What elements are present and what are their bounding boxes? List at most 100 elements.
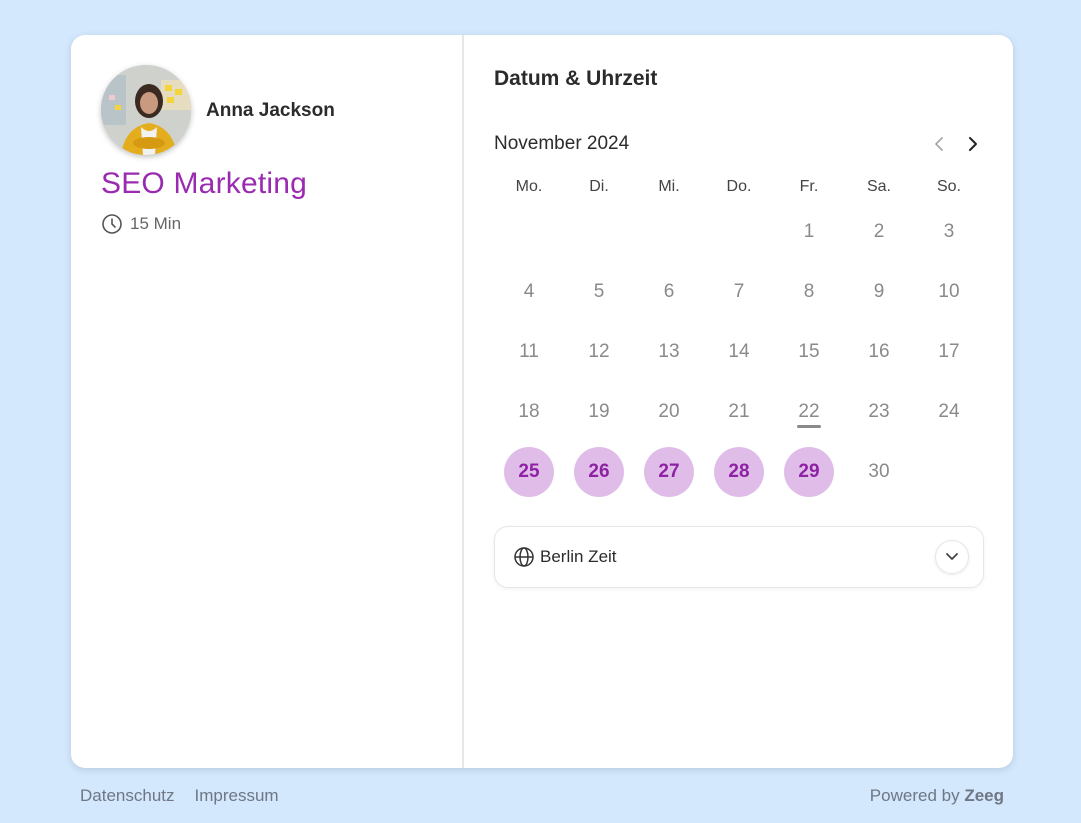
scheduler-panel: Datum & Uhrzeit November 2024 Mo. Di. Mi. D… <box>464 35 1013 768</box>
clock-icon <box>101 213 123 235</box>
calendar-day: 30 <box>844 442 914 502</box>
calendar-day: 15 <box>774 322 844 382</box>
calendar-blank <box>564 202 634 262</box>
current-month: November 2024 <box>494 133 630 154</box>
calendar-day: 23 <box>844 382 914 442</box>
calendar-day: 19 <box>564 382 634 442</box>
calendar-day: 10 <box>914 262 984 322</box>
calendar-day: 3 <box>914 202 984 262</box>
day-number: 1 <box>803 221 815 242</box>
chevron-right-icon <box>969 137 977 151</box>
imprint-link[interactable]: Impressum <box>195 786 279 806</box>
available-day[interactable]: 29 <box>774 442 844 502</box>
weekday-label: Sa. <box>866 178 891 195</box>
day-number: 21 <box>728 401 750 422</box>
calendar-day: 21 <box>704 382 774 442</box>
calendar-day: 14 <box>704 322 774 382</box>
day-number: 15 <box>798 341 820 362</box>
weekday-label: Mo. <box>515 178 543 195</box>
day-number: 6 <box>663 281 675 302</box>
day-number: 3 <box>943 221 955 242</box>
powered-by-label: Powered by <box>869 786 960 805</box>
calendar-day: 9 <box>844 262 914 322</box>
timezone-dropdown-button[interactable] <box>935 540 969 574</box>
day-number: 18 <box>518 401 540 422</box>
day-number: 17 <box>938 341 960 362</box>
day-number: 24 <box>938 401 960 422</box>
calendar-day: 7 <box>704 262 774 322</box>
day-number: 13 <box>658 341 680 362</box>
event-duration: 15 Min <box>101 213 432 235</box>
calendar-day: 1 <box>774 202 844 262</box>
previous-month-button[interactable] <box>924 129 954 159</box>
available-day[interactable]: 25 <box>494 442 564 502</box>
next-month-button[interactable] <box>958 129 988 159</box>
available-day[interactable]: 26 <box>564 442 634 502</box>
weekday-label: Fr. <box>799 178 819 195</box>
day-number: 26 <box>574 447 624 497</box>
calendar-day: 12 <box>564 322 634 382</box>
day-number: 9 <box>873 281 885 302</box>
duration-label: 15 Min <box>130 214 182 233</box>
weekday-header: Mo. Di. Mi. Do. Fr. Sa. So. <box>494 172 984 202</box>
day-number: 29 <box>784 447 834 497</box>
day-number: 8 <box>803 281 815 302</box>
chevron-down-icon <box>946 553 958 560</box>
day-number: 4 <box>523 281 535 302</box>
day-number: 12 <box>588 341 610 362</box>
calendar-blank <box>704 202 774 262</box>
brand-link[interactable]: Zeeg <box>964 786 1004 805</box>
calendar-grid: 1 2 3 4 5 6 7 8 9 10 11 12 13 14 15 16 17 18 19 20 21 22 23 24 2… <box>494 202 984 502</box>
scheduler-title: Datum & Uhrzeit <box>494 67 658 90</box>
calendar-day: 20 <box>634 382 704 442</box>
calendar-day: 4 <box>494 262 564 322</box>
calendar-day: 8 <box>774 262 844 322</box>
day-number: 22 <box>784 387 834 437</box>
privacy-link[interactable]: Datenschutz <box>80 786 175 806</box>
day-number: 2 <box>873 221 885 242</box>
calendar-day: 13 <box>634 322 704 382</box>
weekday-label: Do. <box>726 178 752 195</box>
person-photo <box>101 65 191 155</box>
host-info: Anna Jackson <box>101 65 432 155</box>
day-number: 23 <box>868 401 890 422</box>
day-number: 27 <box>644 447 694 497</box>
calendar-day: 17 <box>914 322 984 382</box>
calendar-day: 24 <box>914 382 984 442</box>
available-day[interactable]: 27 <box>634 442 704 502</box>
day-number: 28 <box>714 447 764 497</box>
page-footer: Datenschutz Impressum Powered by Zeeg <box>80 786 1004 806</box>
weekday-label: Mi. <box>658 178 680 195</box>
powered-by: Powered by Zeeg <box>870 786 1004 806</box>
day-number: 7 <box>733 281 745 302</box>
day-number: 11 <box>519 341 539 362</box>
day-number: 16 <box>868 341 890 362</box>
calendar-day: 5 <box>564 262 634 322</box>
event-title: SEO Marketing <box>101 167 308 200</box>
chevron-left-icon <box>935 137 943 151</box>
day-number: 10 <box>938 281 960 302</box>
weekday-label: So. <box>936 178 961 195</box>
day-number: 19 <box>588 401 610 422</box>
timezone-label: Berlin Zeit <box>540 547 617 566</box>
day-number: 14 <box>728 341 750 362</box>
calendar-day: 16 <box>844 322 914 382</box>
avatar <box>101 65 191 155</box>
calendar-day: 18 <box>494 382 564 442</box>
calendar-day: 6 <box>634 262 704 322</box>
booking-card: Anna Jackson SEO Marketing 15 Min Datum … <box>71 35 1013 768</box>
event-details-panel: Anna Jackson SEO Marketing 15 Min <box>71 35 464 768</box>
timezone-selector[interactable]: Berlin Zeit <box>494 526 984 588</box>
host-name: Anna Jackson <box>206 100 335 121</box>
calendar-blank <box>494 202 564 262</box>
day-number: 5 <box>593 281 605 302</box>
weekday-label: Di. <box>589 178 609 195</box>
day-number: 30 <box>868 461 890 482</box>
day-number: 25 <box>504 447 554 497</box>
day-number: 20 <box>658 401 680 422</box>
available-day[interactable]: 28 <box>704 442 774 502</box>
calendar-day: 2 <box>844 202 914 262</box>
month-navigation: November 2024 <box>494 129 984 159</box>
calendar-day: 11 <box>494 322 564 382</box>
today-day: 22 <box>774 382 844 442</box>
